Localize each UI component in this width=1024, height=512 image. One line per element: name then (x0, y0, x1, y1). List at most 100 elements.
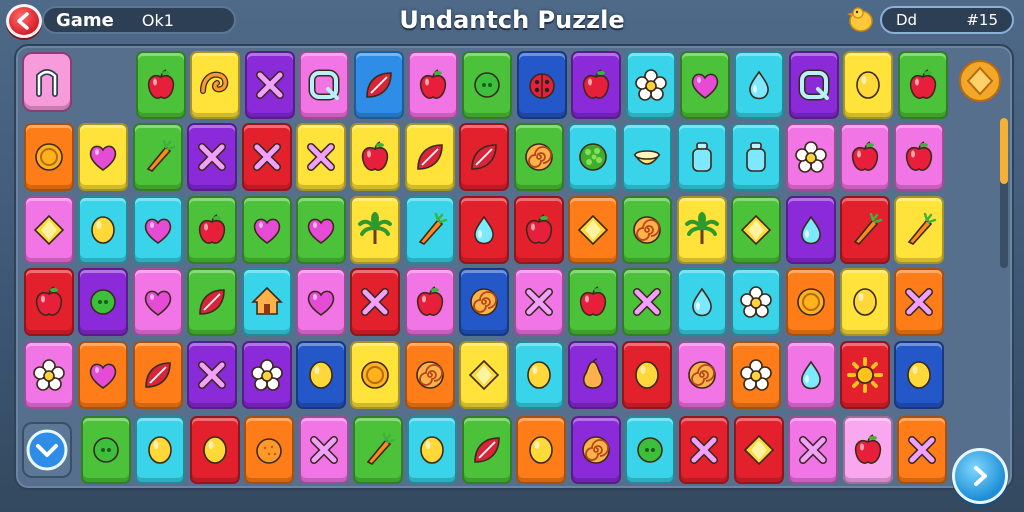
puzzle-tile[interactable] (731, 123, 782, 191)
puzzle-tile[interactable] (676, 268, 727, 336)
puzzle-tile[interactable] (241, 196, 292, 264)
next-button[interactable] (952, 448, 1008, 504)
puzzle-tile[interactable] (132, 196, 183, 264)
puzzle-tile[interactable] (187, 341, 238, 409)
puzzle-tile[interactable] (513, 341, 564, 409)
puzzle-tile[interactable] (81, 416, 131, 484)
puzzle-tile[interactable] (731, 268, 782, 336)
scrollbar-thumb[interactable] (1000, 118, 1008, 184)
puzzle-tile[interactable] (840, 196, 890, 264)
puzzle-tile[interactable] (24, 196, 74, 264)
puzzle-tile[interactable] (785, 196, 836, 264)
puzzle-tile[interactable] (788, 51, 839, 119)
puzzle-tile[interactable] (843, 51, 894, 119)
puzzle-tile[interactable] (731, 341, 782, 409)
puzzle-tile[interactable] (842, 416, 893, 484)
puzzle-tile[interactable] (459, 268, 510, 336)
puzzle-tile[interactable] (404, 341, 455, 409)
puzzle-tile[interactable] (187, 123, 238, 191)
puzzle-tile[interactable] (404, 196, 455, 264)
puzzle-tile[interactable] (353, 416, 403, 484)
puzzle-tile[interactable] (894, 123, 945, 191)
puzzle-tile[interactable] (241, 123, 292, 191)
puzzle-tile[interactable] (625, 51, 676, 119)
puzzle-tile[interactable] (571, 51, 622, 119)
puzzle-tile[interactable] (625, 416, 675, 484)
puzzle-tile[interactable] (513, 268, 564, 336)
puzzle-tile[interactable] (676, 196, 727, 264)
puzzle-tile[interactable] (350, 123, 401, 191)
puzzle-tile[interactable] (78, 196, 129, 264)
puzzle-tile[interactable] (462, 51, 513, 119)
puzzle-tile[interactable] (296, 196, 346, 264)
puzzle-tile[interactable] (244, 416, 295, 484)
puzzle-tile[interactable] (132, 123, 183, 191)
puzzle-tile[interactable] (785, 341, 836, 409)
puzzle-tile[interactable] (350, 196, 401, 264)
puzzle-tile[interactable] (622, 341, 673, 409)
puzzle-tile[interactable] (622, 123, 673, 191)
down-button[interactable] (22, 422, 72, 478)
puzzle-tile[interactable] (840, 123, 890, 191)
puzzle-tile[interactable] (785, 268, 836, 336)
puzzle-tile[interactable] (459, 196, 510, 264)
puzzle-tile[interactable] (459, 341, 510, 409)
puzzle-tile[interactable] (78, 268, 129, 336)
puzzle-tile[interactable] (622, 268, 673, 336)
puzzle-tile[interactable] (894, 196, 945, 264)
puzzle-tile[interactable] (461, 416, 512, 484)
puzzle-tile[interactable] (190, 51, 241, 119)
puzzle-tile[interactable] (24, 123, 74, 191)
puzzle-tile[interactable] (350, 341, 401, 409)
puzzle-tile[interactable] (570, 416, 621, 484)
puzzle-tile[interactable] (733, 416, 784, 484)
puzzle-tile[interactable] (296, 341, 346, 409)
diamond-badge-button[interactable] (956, 56, 1004, 106)
puzzle-tile[interactable] (404, 123, 455, 191)
puzzle-tile[interactable] (187, 196, 238, 264)
puzzle-tile[interactable] (136, 51, 186, 119)
puzzle-tile[interactable] (78, 341, 129, 409)
puzzle-tile[interactable] (513, 123, 564, 191)
puzzle-tile[interactable] (241, 341, 292, 409)
puzzle-tile[interactable] (897, 51, 948, 119)
puzzle-tile[interactable] (897, 416, 947, 484)
puzzle-tile[interactable] (894, 341, 945, 409)
puzzle-tile[interactable] (296, 268, 346, 336)
puzzle-tile[interactable] (299, 51, 350, 119)
puzzle-tile[interactable] (187, 268, 238, 336)
puzzle-tile[interactable] (78, 123, 129, 191)
puzzle-tile[interactable] (189, 416, 240, 484)
puzzle-tile[interactable] (132, 268, 183, 336)
puzzle-tile[interactable] (568, 341, 618, 409)
puzzle-tile[interactable] (516, 51, 567, 119)
n-tile-button[interactable] (22, 52, 72, 112)
puzzle-tile[interactable] (132, 341, 183, 409)
puzzle-tile[interactable] (241, 268, 292, 336)
puzzle-tile[interactable] (24, 341, 74, 409)
puzzle-tile[interactable] (404, 268, 455, 336)
puzzle-tile[interactable] (298, 416, 349, 484)
puzzle-tile[interactable] (407, 416, 458, 484)
puzzle-tile[interactable] (679, 416, 730, 484)
puzzle-tile[interactable] (788, 416, 839, 484)
puzzle-tile[interactable] (296, 123, 346, 191)
puzzle-tile[interactable] (894, 268, 945, 336)
puzzle-tile[interactable] (513, 196, 564, 264)
puzzle-tile[interactable] (244, 51, 295, 119)
puzzle-tile[interactable] (568, 123, 618, 191)
puzzle-tile[interactable] (516, 416, 567, 484)
puzzle-tile[interactable] (731, 196, 782, 264)
puzzle-tile[interactable] (459, 123, 510, 191)
puzzle-tile[interactable] (135, 416, 186, 484)
puzzle-tile[interactable] (568, 196, 618, 264)
puzzle-tile[interactable] (840, 341, 890, 409)
puzzle-tile[interactable] (408, 51, 458, 119)
puzzle-tile[interactable] (785, 123, 836, 191)
puzzle-tile[interactable] (676, 341, 727, 409)
puzzle-tile[interactable] (353, 51, 404, 119)
puzzle-tile[interactable] (680, 51, 730, 119)
puzzle-tile[interactable] (622, 196, 673, 264)
scrollbar-track[interactable] (1000, 118, 1008, 268)
puzzle-tile[interactable] (568, 268, 618, 336)
